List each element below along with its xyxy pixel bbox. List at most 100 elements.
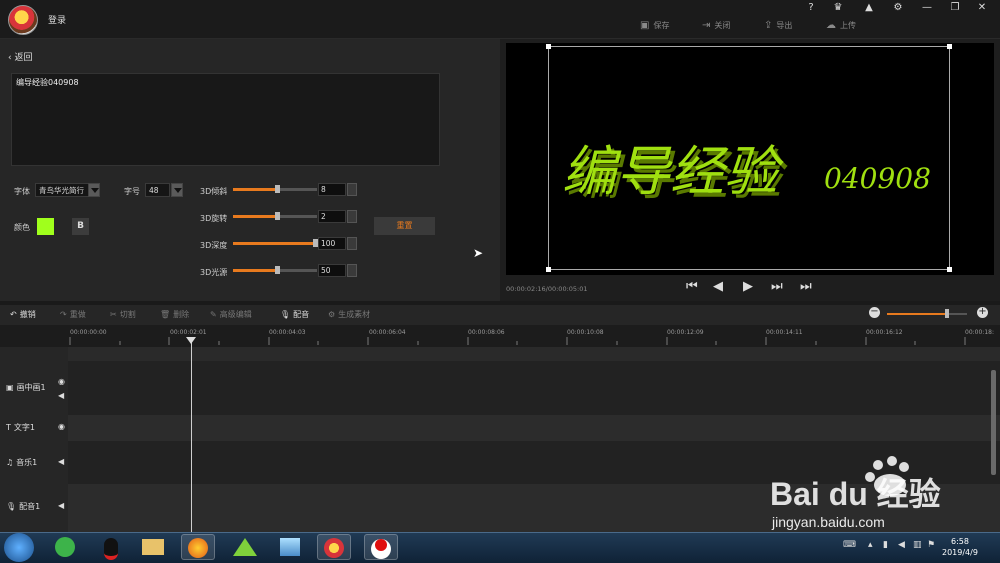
taskbar-360-icon[interactable]	[48, 534, 82, 560]
timeline-toolbar	[0, 305, 1000, 325]
login-link[interactable]: 登录	[48, 13, 66, 26]
step-back-icon[interactable]: ◀︎	[713, 279, 723, 294]
close-window-button[interactable]: ✕	[973, 2, 991, 13]
preview-text-render: 编导经验 编导经验 040908	[562, 140, 931, 207]
playhead-line[interactable]	[191, 338, 192, 533]
advanced-edit-button[interactable]: ✎ 高级编辑	[210, 309, 252, 320]
eye-icon[interactable]: ◉	[58, 422, 65, 431]
mic-icon: 🎙	[6, 502, 17, 511]
rotate-slider[interactable]	[233, 212, 317, 220]
depth-slider[interactable]	[233, 239, 318, 247]
track-lane-pip[interactable]	[68, 361, 1000, 415]
reset-button[interactable]: 重置	[374, 217, 435, 235]
avatar[interactable]	[8, 5, 38, 35]
rotate-value-input[interactable]: 2	[318, 210, 346, 223]
size-dropdown-arrow-icon[interactable]	[171, 183, 183, 197]
taskbar-video-editor-icon[interactable]	[317, 534, 351, 560]
generate-material-button[interactable]: ⚙ 生成素材	[328, 309, 370, 320]
volume-tray-icon[interactable]: ◀	[898, 540, 905, 550]
cut-button[interactable]: ✂ 切割	[110, 309, 136, 320]
watermark-url: jingyan.baidu.com	[771, 514, 885, 530]
track-header-spacer	[0, 347, 68, 361]
start-button-icon[interactable]	[4, 533, 34, 562]
tilt-slider[interactable]	[233, 185, 317, 193]
resize-handle[interactable]	[546, 267, 551, 272]
light-slider[interactable]	[233, 266, 317, 274]
resize-handle[interactable]	[947, 267, 952, 272]
depth-value-input[interactable]: 100	[318, 237, 346, 250]
upload-label: 上传	[840, 21, 856, 30]
font-select[interactable]: 青鸟华光简行	[35, 183, 90, 197]
back-button[interactable]: ‹ 返回	[8, 50, 32, 63]
back-label: 返回	[14, 53, 33, 63]
save-icon: ▣	[640, 20, 650, 31]
track-pip[interactable]: ▣ 画中画1	[6, 382, 46, 393]
redo-button[interactable]: ↷ 重做	[60, 309, 86, 320]
track-lane-text[interactable]	[68, 415, 1000, 441]
ruler-tick: 00:00:12:09	[667, 329, 704, 336]
taskbar-explorer-icon[interactable]	[136, 534, 170, 560]
clock-time: 6:58	[950, 537, 969, 546]
clock-date: 2019/4/9	[942, 548, 978, 557]
tilt-stepper[interactable]	[347, 183, 357, 196]
playhead-marker-icon[interactable]	[186, 337, 196, 344]
advanced-edit-label: 高级编辑	[219, 310, 252, 319]
vip-icon[interactable]: ♛	[829, 2, 847, 13]
color-swatch[interactable]	[37, 218, 54, 235]
light-value-input[interactable]: 50	[318, 264, 346, 277]
redo-label: 重做	[69, 310, 86, 319]
zoom-in-button[interactable]: +	[977, 307, 988, 318]
close-doc-button[interactable]: ⇥ 关闭	[702, 20, 730, 31]
bold-button[interactable]: B	[72, 218, 89, 235]
battery-icon[interactable]: ▮	[883, 540, 888, 550]
help-icon[interactable]: ?	[802, 2, 820, 13]
taskbar-media-icon[interactable]	[228, 534, 262, 560]
eye-icon[interactable]: ◉	[58, 377, 65, 386]
notification-icon[interactable]: ▲	[860, 2, 878, 13]
track-dub[interactable]: 🎙 配音1	[6, 501, 40, 512]
zoom-out-button[interactable]: −	[869, 307, 880, 318]
redo-icon: ↷	[60, 310, 67, 319]
text-content-input[interactable]: 编导经验040908	[11, 73, 440, 166]
tray-arrow-icon[interactable]: ▴	[868, 540, 873, 550]
resize-handle[interactable]	[546, 44, 551, 49]
taskbar-clock[interactable]: 6:58 2019/4/9	[942, 536, 978, 558]
minimize-button[interactable]: —	[918, 2, 936, 13]
volume-icon[interactable]: ◀	[58, 391, 64, 400]
track-text[interactable]: T 文字1	[6, 422, 35, 433]
depth-stepper[interactable]	[347, 237, 357, 250]
export-button[interactable]: ⇪ 导出	[764, 20, 792, 31]
network-icon[interactable]: ▥	[913, 540, 922, 550]
taskbar-qq-icon[interactable]	[94, 534, 128, 560]
tilt-value-input[interactable]: 8	[318, 183, 346, 196]
size-select[interactable]: 48	[145, 183, 170, 197]
volume-icon[interactable]: ◀	[58, 457, 64, 466]
skip-forward-icon[interactable]: ⏭	[800, 279, 812, 294]
play-icon[interactable]: ▶	[743, 279, 753, 294]
baidu-watermark: Bai du 经验 jingyan.baidu.com	[770, 456, 941, 530]
step-forward-icon[interactable]: ⏭	[771, 279, 783, 294]
skip-back-icon[interactable]: ⏮	[686, 279, 698, 294]
taskbar-recorder-icon[interactable]	[364, 534, 398, 560]
resize-handle[interactable]	[947, 44, 952, 49]
zoom-slider[interactable]	[887, 309, 967, 318]
delete-button[interactable]: 🗑 删除	[160, 309, 189, 320]
rotate-stepper[interactable]	[347, 210, 357, 223]
track-music[interactable]: ♫ 音乐1	[6, 457, 37, 468]
flag-icon[interactable]: ⚑	[927, 540, 935, 550]
taskbar-firefox-icon[interactable]	[181, 534, 215, 560]
keyboard-icon[interactable]: ⌨	[843, 540, 856, 550]
volume-icon[interactable]: ◀	[58, 501, 64, 510]
dub-button[interactable]: 🎙 配音	[280, 309, 309, 320]
font-dropdown-arrow-icon[interactable]	[88, 183, 100, 197]
maximize-button[interactable]: ❐	[946, 2, 964, 13]
ruler-tick: 00:00:00:00	[70, 329, 107, 336]
upload-button[interactable]: ☁ 上传	[826, 20, 856, 31]
taskbar-app-icon[interactable]	[273, 534, 307, 560]
settings-icon[interactable]: ⚙	[889, 2, 907, 13]
cut-icon: ✂	[110, 310, 117, 319]
save-button[interactable]: ▣ 保存	[640, 20, 669, 31]
undo-button[interactable]: ↶ 撤销	[10, 309, 36, 320]
light-label: 3D光源	[200, 268, 228, 277]
light-stepper[interactable]	[347, 264, 357, 277]
